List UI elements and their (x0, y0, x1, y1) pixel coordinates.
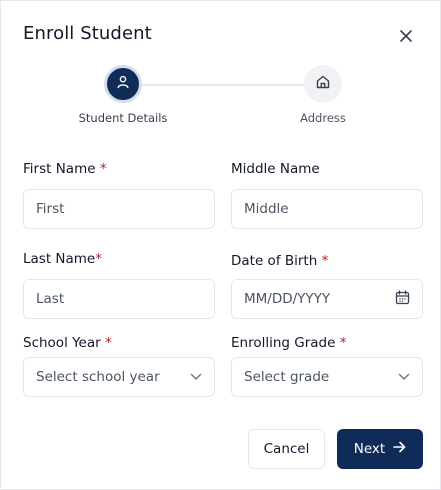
first-name-label: First Name * (23, 161, 107, 177)
step-address[interactable] (304, 65, 342, 103)
date-of-birth-label-text: Date of Birth (231, 253, 318, 269)
required-mark: * (99, 161, 107, 177)
last-name-label-text: Last Name (23, 251, 96, 267)
step-student-details[interactable] (104, 65, 142, 103)
enrolling-grade-select[interactable]: Select grade (231, 357, 423, 397)
required-mark: * (95, 251, 102, 267)
chevron-down-icon (398, 369, 410, 385)
calendar-icon[interactable] (395, 289, 410, 309)
school-year-label: School Year * (23, 335, 112, 351)
enrolling-grade-label: Enrolling Grade * (231, 335, 346, 351)
arrow-right-icon (393, 441, 406, 457)
date-of-birth-input[interactable]: MM/DD/YYYY (231, 279, 423, 319)
chevron-down-icon (190, 369, 202, 385)
stepper-connector (142, 84, 304, 86)
last-name-placeholder: Last (36, 291, 65, 307)
close-button[interactable] (397, 27, 415, 45)
required-mark: * (105, 335, 112, 351)
cancel-button[interactable]: Cancel (248, 429, 325, 469)
middle-name-input[interactable]: Middle (231, 189, 423, 229)
last-name-input[interactable]: Last (23, 279, 215, 319)
step-label-student-details: Student Details (78, 111, 168, 125)
middle-name-placeholder: Middle (244, 201, 289, 217)
required-mark: * (321, 253, 329, 269)
enroll-student-dialog: Enroll Student Student Details Address F… (0, 0, 441, 490)
close-icon (400, 27, 412, 46)
middle-name-label-text: Middle Name (231, 161, 320, 177)
next-button-label: Next (353, 441, 386, 457)
cancel-button-label: Cancel (263, 441, 310, 457)
home-icon (315, 74, 331, 94)
enrolling-grade-label-text: Enrolling Grade (231, 335, 336, 351)
date-of-birth-placeholder: MM/DD/YYYY (244, 291, 331, 307)
required-mark: * (339, 335, 347, 351)
dialog-title: Enroll Student (23, 23, 152, 44)
middle-name-label: Middle Name (231, 161, 320, 177)
first-name-input[interactable]: First (23, 189, 215, 229)
first-name-label-text: First Name (23, 161, 96, 177)
user-icon (115, 74, 131, 94)
school-year-select[interactable]: Select school year (23, 357, 215, 397)
next-button[interactable]: Next (337, 429, 423, 469)
step-label-address: Address (300, 111, 346, 125)
date-of-birth-label: Date of Birth * (231, 253, 328, 269)
enrolling-grade-selected: Select grade (244, 369, 330, 385)
school-year-selected: Select school year (36, 369, 160, 385)
school-year-label-text: School Year (23, 335, 101, 351)
last-name-label: Last Name* (23, 251, 102, 267)
first-name-placeholder: First (36, 201, 65, 217)
